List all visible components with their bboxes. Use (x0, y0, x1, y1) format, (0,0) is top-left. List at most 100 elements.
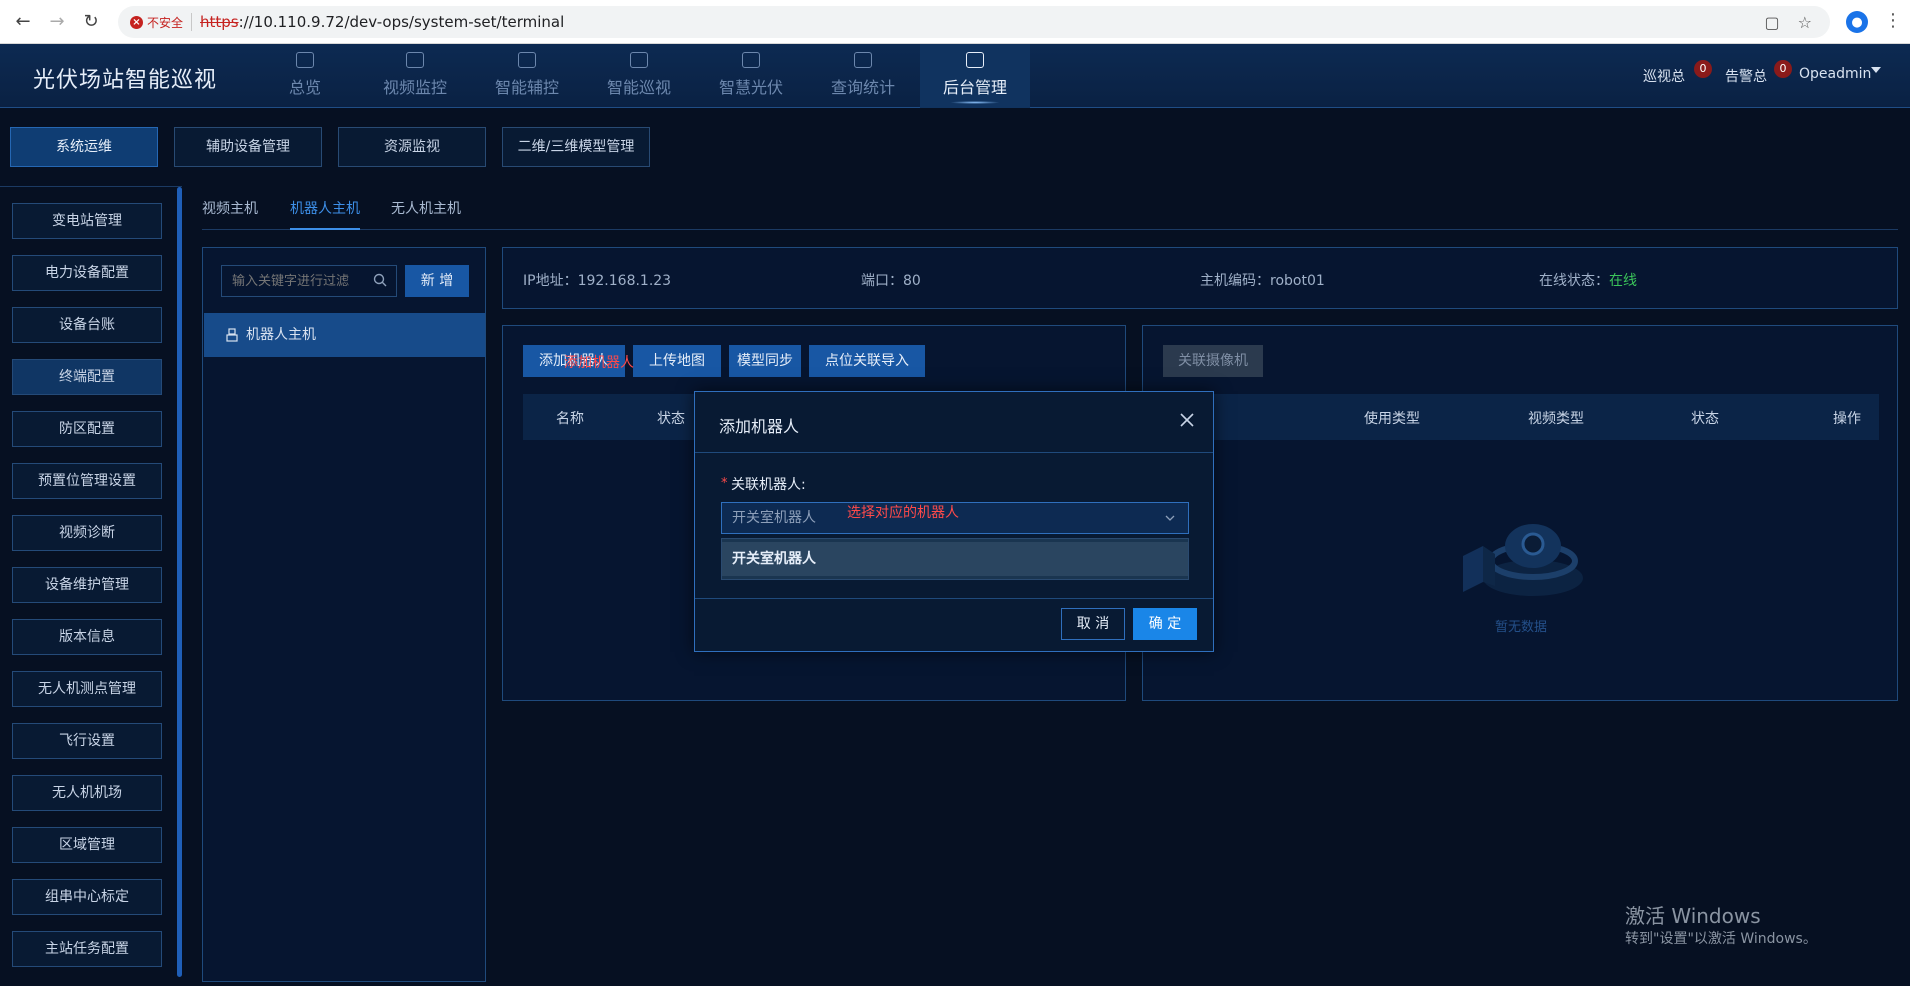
chevron-down-icon[interactable] (1165, 513, 1175, 523)
nav-smart-patrol[interactable]: 智能巡视 (584, 44, 694, 108)
code-value: robot01 (1270, 273, 1325, 289)
menu-item[interactable]: 版本信息 (12, 619, 162, 655)
user-name[interactable]: Opeadmin (1799, 66, 1871, 82)
tab-robot-host[interactable]: 机器人主机 (290, 198, 360, 218)
close-icon[interactable] (1179, 412, 1195, 428)
subtab-resource-monitor[interactable]: 资源监视 (338, 127, 486, 167)
report-icon (854, 52, 872, 68)
model-sync-button[interactable]: 模型同步 (729, 345, 801, 377)
menu-item[interactable]: 设备台账 (12, 307, 162, 343)
host-list-panel: 新 增 机器人主机 (202, 247, 486, 982)
home-icon (296, 52, 314, 68)
nav-smart-aux[interactable]: 智能辅控 (472, 44, 582, 108)
security-indicator[interactable]: × 不安全 (130, 14, 183, 31)
side-menu-scrollbar[interactable] (177, 187, 182, 977)
status-label: 在线状态： (1539, 273, 1609, 289)
menu-item[interactable]: 无人机测点管理 (12, 671, 162, 707)
nav-video-monitor[interactable]: 视频监控 (360, 44, 470, 108)
alarm-count-badge: 0 (1774, 60, 1792, 78)
subtab-model-manage[interactable]: 二维/三维模型管理 (502, 127, 650, 167)
bookmark-star-icon[interactable]: ☆ (1798, 13, 1812, 32)
ip-value: 192.168.1.23 (577, 273, 672, 289)
dialog-title: 添加机器人 (719, 417, 800, 436)
menu-item-terminal-config[interactable]: 终端配置 (12, 359, 162, 395)
status-value: 在线 (1609, 273, 1637, 289)
nav-label: 智慧光伏 (718, 78, 783, 97)
divider (191, 13, 193, 31)
menu-item[interactable]: 预置位管理设置 (12, 463, 162, 499)
nav-label: 智能巡视 (606, 78, 671, 97)
menu-item[interactable]: 变电站管理 (12, 203, 162, 239)
nav-overview[interactable]: 总览 (250, 44, 360, 108)
address-bar[interactable]: × 不安全 https ://10.110.9.72/dev-ops/syste… (118, 6, 1830, 38)
code-label: 主机编码： (1200, 273, 1270, 289)
app-title: 光伏场站智能巡视 (33, 68, 218, 93)
nav-backend-admin[interactable]: 后台管理 (920, 44, 1030, 108)
browser-toolbar: ← → ↻ × 不安全 https ://10.110.9.72/dev-ops… (0, 0, 1910, 44)
ip-label: IP地址： (523, 273, 578, 289)
insecure-label: 不安全 (147, 15, 184, 30)
empty-data-text: 暂无数据 (1495, 620, 1548, 635)
alarm-total-label[interactable]: 告警总 (1725, 66, 1767, 86)
active-tab-indicator (290, 228, 360, 230)
host-list-item[interactable]: 机器人主机 (204, 313, 485, 357)
video-icon (406, 52, 424, 68)
reload-icon[interactable]: ↻ (80, 11, 102, 33)
patrol-total-label[interactable]: 巡视总 (1643, 66, 1685, 86)
add-host-button[interactable]: 新 增 (405, 265, 469, 297)
column-header: 状态 (1691, 411, 1719, 427)
code-info: 主机编码：robot01 (1200, 270, 1325, 290)
activation-watermark-subtitle: 转到"设置"以激活 Windows。 (1625, 931, 1817, 947)
document-icon (518, 52, 536, 68)
camera-panel: 关联摄像机 使用类型 视频类型 状态 操作 暂无数据 (1142, 325, 1898, 701)
cancel-button[interactable]: 取 消 (1061, 608, 1125, 640)
subtab-aux-device[interactable]: 辅助设备管理 (174, 127, 322, 167)
app-header: 光伏场站智能巡视 总览 视频监控 智能辅控 智能巡视 智慧光伏 查询统计 后台管… (0, 44, 1910, 108)
menu-item[interactable]: 区域管理 (12, 827, 162, 863)
back-icon[interactable]: ← (12, 11, 34, 33)
menu-kebab-icon[interactable]: ⋮ (1884, 10, 1902, 31)
subtab-system-ops[interactable]: 系统运维 (10, 127, 158, 167)
point-import-button[interactable]: 点位关联导入 (809, 345, 925, 377)
menu-item[interactable]: 视频诊断 (12, 515, 162, 551)
upload-map-button[interactable]: 上传地图 (633, 345, 721, 377)
activation-watermark-title: 激活 Windows (1625, 904, 1761, 928)
divider (695, 598, 1213, 599)
profile-avatar-icon[interactable]: ● (1846, 11, 1868, 33)
tab-video-host[interactable]: 视频主机 (202, 198, 258, 218)
column-header: 状态 (657, 411, 685, 427)
nav-label: 后台管理 (942, 78, 1007, 97)
column-header: 使用类型 (1364, 411, 1420, 427)
robot-icon (226, 328, 238, 342)
camera-table-header: 使用类型 视频类型 状态 操作 (1163, 394, 1879, 440)
menu-item[interactable]: 设备维护管理 (12, 567, 162, 603)
nav-query-stats[interactable]: 查询统计 (808, 44, 918, 108)
column-header: 操作 (1833, 411, 1861, 427)
menu-item[interactable]: 组串中心标定 (12, 879, 162, 915)
menu-item[interactable]: 防区配置 (12, 411, 162, 447)
translate-icon[interactable]: ▢ (1765, 13, 1780, 32)
confirm-button[interactable]: 确 定 (1133, 608, 1197, 640)
nav-smart-pv[interactable]: 智慧光伏 (696, 44, 806, 108)
host-search-input[interactable] (221, 265, 397, 297)
host-info-bar: IP地址：192.168.1.23 端口：80 主机编码：robot01 在线状… (502, 247, 1898, 309)
robot-dropdown-list: 开关室机器人 (721, 538, 1189, 580)
tab-drone-host[interactable]: 无人机主机 (391, 198, 461, 218)
menu-item[interactable]: 主站任务配置 (12, 931, 162, 967)
search-icon[interactable] (373, 273, 387, 287)
user-dropdown-chevron-icon[interactable] (1871, 67, 1881, 73)
monitor-icon (630, 52, 648, 68)
menu-item[interactable]: 无人机机场 (12, 775, 162, 811)
menu-item[interactable]: 电力设备配置 (12, 255, 162, 291)
empty-data-icon (1463, 524, 1583, 596)
link-camera-button[interactable]: 关联摄像机 (1163, 345, 1263, 377)
status-info: 在线状态：在线 (1539, 270, 1637, 290)
url-actions: ▢ ☆ (1765, 13, 1830, 32)
forward-icon[interactable]: → (46, 11, 68, 33)
dropdown-option[interactable]: 开关室机器人 (722, 542, 1188, 576)
divider (695, 452, 1213, 453)
menu-item[interactable]: 飞行设置 (12, 723, 162, 759)
column-header: 视频类型 (1528, 411, 1584, 427)
annotation-text: 选择对应的机器人 (847, 505, 959, 521)
url-path: ://10.110.9.72/dev-ops/system-set/termin… (238, 13, 565, 31)
